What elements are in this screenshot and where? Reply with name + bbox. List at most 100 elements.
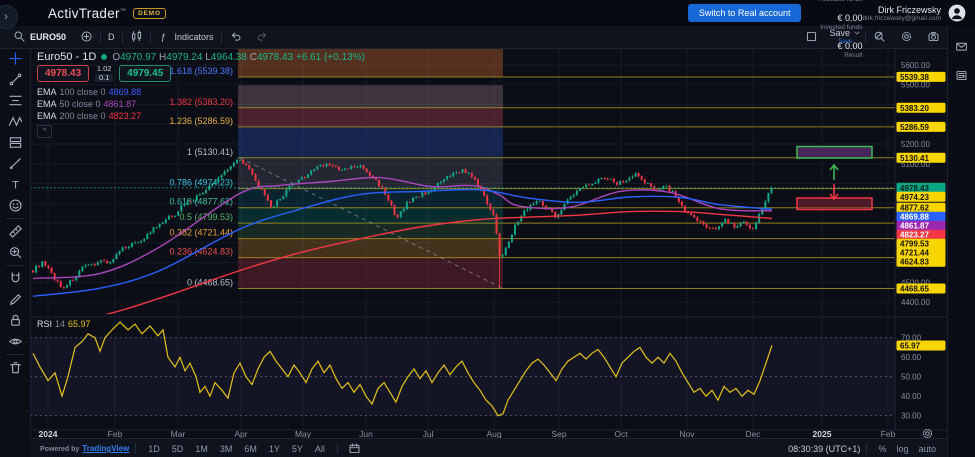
range-1m[interactable]: 1M: [189, 442, 214, 456]
symbol-search-button[interactable]: EURO50: [6, 26, 73, 48]
rsi-legend[interactable]: RSI1465.97: [37, 319, 91, 329]
mail-icon[interactable]: [951, 36, 973, 57]
legend-collapse-button[interactable]: ^: [37, 125, 52, 138]
emoji-tool[interactable]: [4, 195, 26, 216]
price-tick: 4400.00: [901, 298, 930, 307]
snapshot-button[interactable]: [920, 26, 947, 48]
ruler-tool[interactable]: [4, 221, 26, 242]
scale-log[interactable]: log: [891, 442, 913, 456]
time-tick[interactable]: Apr: [234, 429, 247, 438]
svg-text:4468.65: 4468.65: [900, 285, 929, 294]
account-stat-3: € 0.00Result: [817, 41, 862, 59]
range-3m[interactable]: 3M: [214, 442, 239, 456]
time-tick[interactable]: Feb: [881, 429, 896, 438]
drawing-tools-sidebar: T: [0, 48, 31, 457]
svg-text:5539.38: 5539.38: [900, 73, 929, 82]
time-tick[interactable]: May: [295, 429, 312, 438]
add-symbol-button[interactable]: [73, 26, 100, 48]
quote-widget: 4978.43 1.02 0.1 4979.45: [37, 65, 171, 82]
zoom-reset-button[interactable]: [866, 26, 893, 48]
lock-tool[interactable]: [4, 310, 26, 331]
time-tick[interactable]: Oct: [614, 429, 628, 438]
brush-tool[interactable]: [4, 153, 26, 174]
range-1d[interactable]: 1D: [142, 442, 166, 456]
draw-tool[interactable]: [4, 289, 26, 310]
svg-text:4624.83: 4624.83: [900, 258, 929, 267]
scale-auto[interactable]: auto: [913, 442, 941, 456]
svg-text:30.00: 30.00: [901, 412, 922, 421]
chart-settings-button[interactable]: [893, 26, 920, 48]
magnet-tool[interactable]: [4, 268, 26, 289]
demo-badge: DEMO: [133, 8, 166, 19]
chart-legend: Euro50 - 1D O4970.97 H4979.24 L4964.38 C…: [37, 51, 365, 63]
range-6m[interactable]: 6M: [238, 442, 263, 456]
sell-button[interactable]: 4978.43: [37, 65, 89, 82]
fib-band: [238, 258, 503, 289]
redo-button[interactable]: [249, 26, 276, 48]
user-info: Dirk Friczewsky dirk.friczewsky@gmail.co…: [863, 5, 941, 22]
time-tick[interactable]: Sep: [551, 429, 566, 438]
account-stat-2: € 0.00Invested funds: [817, 13, 862, 31]
scale-%[interactable]: %: [873, 442, 891, 456]
symbol-title[interactable]: Euro50 - 1D: [37, 51, 96, 63]
fib-label: 0.236 (4624.83): [169, 247, 233, 257]
scale-buttons: %logauto: [873, 444, 941, 454]
position-tool[interactable]: [4, 132, 26, 153]
fib-retracement-tool[interactable]: [4, 90, 26, 111]
chart-type-button[interactable]: [123, 26, 150, 48]
undo-button[interactable]: [222, 26, 249, 48]
fib-label: 1.618 (5539.38): [169, 66, 233, 76]
pattern-tool[interactable]: [4, 111, 26, 132]
range-all[interactable]: All: [309, 442, 331, 456]
trash-tool[interactable]: [4, 357, 26, 378]
ema50-legend[interactable]: EMA50 close 04861.87: [37, 99, 136, 109]
ema100-legend[interactable]: EMA100 close 04869.88: [37, 87, 141, 97]
svg-text:4823.27: 4823.27: [900, 231, 929, 240]
time-tick[interactable]: 2025: [813, 429, 832, 438]
news-icon[interactable]: [951, 65, 973, 86]
price-chart-canvas[interactable]: 1.618 (5539.38)1.382 (5383.20)1.236 (528…: [30, 48, 947, 438]
range-5y[interactable]: 5Y: [286, 442, 309, 456]
time-tick[interactable]: Jul: [423, 429, 434, 438]
fib-label: 1.382 (5383.20): [169, 97, 233, 107]
svg-text:4877.62: 4877.62: [900, 204, 929, 213]
time-tick[interactable]: Dec: [745, 429, 761, 438]
crosshair-tool[interactable]: [4, 48, 26, 69]
trend-line-tool[interactable]: [4, 69, 26, 90]
fib-band: [238, 239, 503, 258]
clock[interactable]: 08:30:39 (UTC+1): [788, 444, 860, 454]
avatar[interactable]: [948, 4, 966, 22]
text-tool[interactable]: T: [4, 174, 26, 195]
target-zone-box[interactable]: [797, 147, 872, 159]
fib-label: 0.382 (4721.44): [169, 228, 233, 238]
redo-icon: [256, 30, 269, 45]
ema200-legend[interactable]: EMA200 close 04823.27: [37, 111, 141, 121]
support-zone-box[interactable]: [797, 198, 872, 210]
search-icon: [13, 30, 26, 45]
eye-tool[interactable]: [4, 331, 26, 352]
tradingview-link[interactable]: TradingView: [82, 444, 129, 453]
time-tick[interactable]: Mar: [171, 429, 186, 438]
price-tick: 5200.00: [901, 140, 930, 149]
svg-text:4721.44: 4721.44: [900, 249, 929, 258]
time-tick[interactable]: Feb: [108, 429, 123, 438]
right-sidebar: [947, 26, 975, 457]
switch-to-real-button[interactable]: Switch to Real account: [688, 4, 802, 22]
chart-area[interactable]: 1.618 (5539.38)1.382 (5383.20)1.236 (528…: [30, 48, 947, 438]
indicators-button[interactable]: ƒIndicators: [151, 26, 221, 48]
time-tick[interactable]: Jun: [359, 429, 373, 438]
range-1y[interactable]: 1Y: [263, 442, 286, 456]
zoom-in-tool[interactable]: [4, 242, 26, 263]
time-tick[interactable]: 2024: [39, 429, 58, 438]
range-5d[interactable]: 5D: [166, 442, 190, 456]
time-tick[interactable]: Aug: [486, 429, 501, 438]
svg-text:65.97: 65.97: [900, 342, 921, 351]
buy-button[interactable]: 4979.45: [119, 65, 171, 82]
account-stat-1: € 10000.00Available funds: [817, 0, 862, 3]
interval-button[interactable]: D: [101, 26, 122, 48]
go-to-date-icon[interactable]: [344, 438, 366, 457]
magnifier-slash-icon: [873, 30, 886, 45]
fib-label: 0.786 (4974.23): [169, 178, 233, 188]
time-tick[interactable]: Nov: [679, 429, 695, 438]
range-buttons: 1D5D1M3M6M1Y5YAll: [142, 444, 331, 454]
